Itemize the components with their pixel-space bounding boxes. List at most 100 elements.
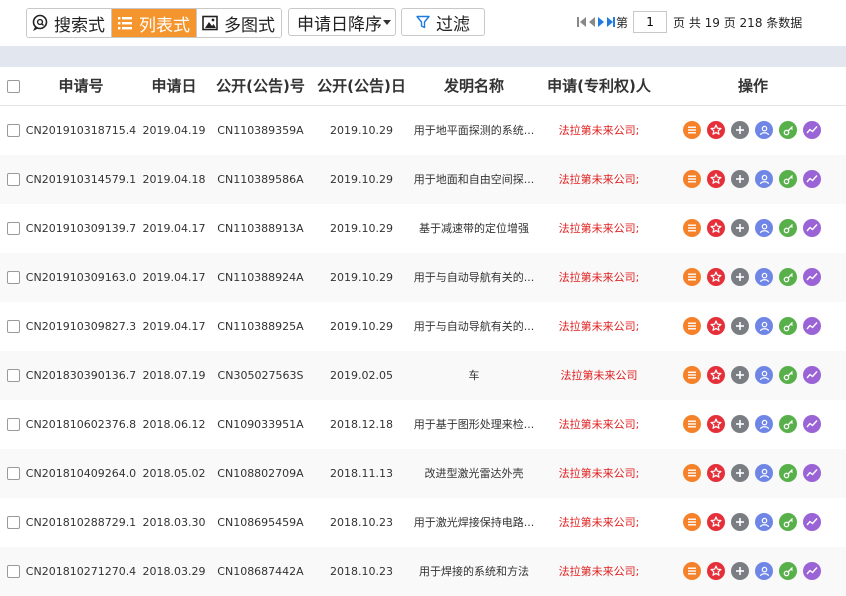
cell-app-no[interactable]: CN201910318715.4 [22, 106, 140, 155]
row-checkbox[interactable] [7, 320, 20, 333]
table-row[interactable]: CN201810288729.1 2018.03.30 CN108695459A 20… [0, 498, 846, 547]
analysis-button[interactable] [803, 464, 821, 482]
favorite-button[interactable] [707, 317, 725, 335]
analysis-button[interactable] [803, 513, 821, 531]
table-row[interactable]: CN201810409264.0 2018.05.02 CN108802709A 20… [0, 449, 846, 498]
cell-title[interactable]: 用于激光焊接保持电路... [410, 498, 538, 547]
legal-button[interactable] [779, 562, 797, 580]
cell-app-no[interactable]: CN201810271270.4 [22, 547, 140, 596]
cell-title[interactable]: 用于地平面探测的系统... [410, 106, 538, 155]
legal-button[interactable] [779, 513, 797, 531]
row-checkbox[interactable] [7, 369, 20, 382]
applicant-button[interactable] [755, 121, 773, 139]
detail-button[interactable] [683, 219, 701, 237]
col-app-date[interactable]: 申请日 [140, 67, 208, 105]
cell-title[interactable]: 改进型激光雷达外壳 [410, 449, 538, 498]
add-button[interactable] [731, 317, 749, 335]
favorite-button[interactable] [707, 219, 725, 237]
detail-button[interactable] [683, 464, 701, 482]
legal-button[interactable] [779, 317, 797, 335]
cell-app-no[interactable]: CN201830390136.7 [22, 351, 140, 400]
analysis-button[interactable] [803, 415, 821, 433]
page-number-input[interactable] [633, 11, 668, 33]
col-applicant[interactable]: 申请(专利权)人 [538, 67, 660, 105]
view-list-button[interactable]: 列表式 [112, 9, 197, 37]
legal-button[interactable] [779, 170, 797, 188]
analysis-button[interactable] [803, 317, 821, 335]
cell-title[interactable]: 用于与自动导航有关的... [410, 253, 538, 302]
analysis-button[interactable] [803, 170, 821, 188]
detail-button[interactable] [683, 366, 701, 384]
analysis-button[interactable] [803, 268, 821, 286]
legal-button[interactable] [779, 121, 797, 139]
applicant-button[interactable] [755, 268, 773, 286]
cell-app-no[interactable]: CN201910314579.1 [22, 155, 140, 204]
table-row[interactable]: CN201910309163.0 2019.04.17 CN110388924A 20… [0, 253, 846, 302]
applicant-button[interactable] [755, 562, 773, 580]
cell-title[interactable]: 车 [410, 351, 538, 400]
detail-button[interactable] [683, 513, 701, 531]
applicant-button[interactable] [755, 366, 773, 384]
favorite-button[interactable] [707, 513, 725, 531]
table-row[interactable]: CN201810602376.8 2018.06.12 CN109033951A 20… [0, 400, 846, 449]
cell-title[interactable]: 用于焊接的系统和方法 [410, 547, 538, 596]
add-button[interactable] [731, 464, 749, 482]
row-checkbox[interactable] [7, 516, 20, 529]
cell-title[interactable]: 基于减速带的定位增强 [410, 204, 538, 253]
last-page-icon[interactable] [607, 17, 615, 27]
add-button[interactable] [731, 268, 749, 286]
cell-app-no[interactable]: CN201910309163.0 [22, 253, 140, 302]
row-checkbox[interactable] [7, 565, 20, 578]
view-search-button[interactable]: 搜索式 [27, 9, 112, 37]
analysis-button[interactable] [803, 366, 821, 384]
analysis-button[interactable] [803, 562, 821, 580]
col-title[interactable]: 发明名称 [410, 67, 538, 105]
detail-button[interactable] [683, 317, 701, 335]
add-button[interactable] [731, 219, 749, 237]
legal-button[interactable] [779, 366, 797, 384]
analysis-button[interactable] [803, 219, 821, 237]
add-button[interactable] [731, 170, 749, 188]
first-page-icon[interactable] [577, 17, 586, 27]
add-button[interactable] [731, 121, 749, 139]
table-row[interactable]: CN201910309827.3 2019.04.17 CN110388925A 20… [0, 302, 846, 351]
col-pub-date[interactable]: 公开(公告)日 [313, 67, 410, 105]
select-all-checkbox[interactable] [7, 80, 20, 93]
view-image-button[interactable]: 多图式 [197, 9, 281, 37]
table-row[interactable]: CN201810271270.4 2018.03.29 CN108687442A 20… [0, 547, 846, 596]
favorite-button[interactable] [707, 170, 725, 188]
cell-app-no[interactable]: CN201810409264.0 [22, 449, 140, 498]
table-row[interactable]: CN201830390136.7 2018.07.19 CN305027563S 20… [0, 351, 846, 400]
legal-button[interactable] [779, 268, 797, 286]
row-checkbox[interactable] [7, 222, 20, 235]
table-row[interactable]: CN201910318715.4 2019.04.19 CN110389359A 20… [0, 106, 846, 155]
row-checkbox[interactable] [7, 418, 20, 431]
favorite-button[interactable] [707, 562, 725, 580]
add-button[interactable] [731, 415, 749, 433]
applicant-button[interactable] [755, 219, 773, 237]
favorite-button[interactable] [707, 366, 725, 384]
row-checkbox[interactable] [7, 467, 20, 480]
cell-app-no[interactable]: CN201910309827.3 [22, 302, 140, 351]
cell-app-no[interactable]: CN201910309139.7 [22, 204, 140, 253]
detail-button[interactable] [683, 121, 701, 139]
row-checkbox[interactable] [7, 173, 20, 186]
legal-button[interactable] [779, 415, 797, 433]
detail-button[interactable] [683, 268, 701, 286]
col-pub-no[interactable]: 公开(公告)号 [208, 67, 313, 105]
favorite-button[interactable] [707, 268, 725, 286]
analysis-button[interactable] [803, 121, 821, 139]
row-checkbox[interactable] [7, 271, 20, 284]
sort-dropdown[interactable]: 申请日降序 [288, 8, 396, 36]
applicant-button[interactable] [755, 415, 773, 433]
add-button[interactable] [731, 562, 749, 580]
col-app-no[interactable]: 申请号 [22, 67, 140, 105]
applicant-button[interactable] [755, 513, 773, 531]
prev-page-icon[interactable] [589, 17, 595, 27]
detail-button[interactable] [683, 562, 701, 580]
legal-button[interactable] [779, 219, 797, 237]
favorite-button[interactable] [707, 415, 725, 433]
cell-app-no[interactable]: CN201810602376.8 [22, 400, 140, 449]
detail-button[interactable] [683, 415, 701, 433]
applicant-button[interactable] [755, 464, 773, 482]
